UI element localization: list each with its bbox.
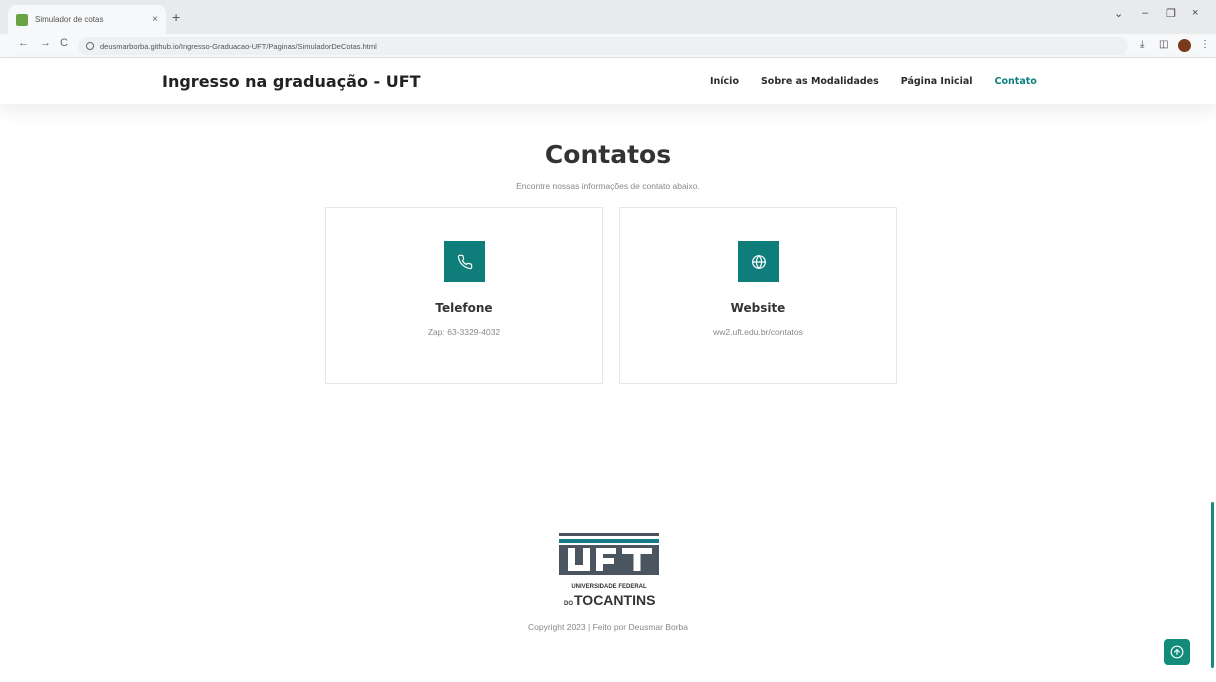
site-header: Ingresso na graduação - UFT Início Sobre… xyxy=(0,58,1216,104)
card-value[interactable]: ww2.uft.edu.br/contatos xyxy=(620,327,896,337)
contact-card-telefone: Telefone Zap: 63-3329-4032 xyxy=(325,207,603,384)
tab-search-icon[interactable]: ⌄ xyxy=(1114,7,1123,20)
tab-title: Simulador de cotas xyxy=(35,15,104,24)
side-panel-icon[interactable]: ◫ xyxy=(1159,39,1168,50)
maximize-icon[interactable]: ❐ xyxy=(1166,7,1176,20)
profile-avatar[interactable] xyxy=(1178,39,1191,52)
nav-contato[interactable]: Contato xyxy=(995,76,1037,87)
favicon-icon xyxy=(16,13,28,26)
site-info-icon[interactable] xyxy=(86,42,94,50)
nav-sobre-modalidades[interactable]: Sobre as Modalidades xyxy=(761,76,879,87)
browser-tab-bar: Simulador de cotas × + ⌄ – ❐ × xyxy=(0,0,1216,34)
brand-title[interactable]: Ingresso na graduação - UFT xyxy=(162,72,421,91)
reload-icon[interactable]: C xyxy=(60,37,68,49)
browser-menu-icon[interactable]: ⋮ xyxy=(1200,39,1210,50)
globe-icon xyxy=(738,241,779,282)
logo-line2-prefix: DO xyxy=(564,601,573,607)
uft-logo: UNIVERSIDADE FEDERAL DO TOCANTINS xyxy=(559,533,659,608)
tab-close-icon[interactable]: × xyxy=(152,14,158,25)
back-to-top-button[interactable] xyxy=(1164,639,1190,665)
page-title: Contatos xyxy=(544,140,672,169)
nav-inicio[interactable]: Início xyxy=(710,76,739,87)
browser-toolbar: ← → C deusmarborba.github.io/Ingresso-Gr… xyxy=(0,34,1216,58)
forward-icon[interactable]: → xyxy=(40,37,51,49)
main-nav: Início Sobre as Modalidades Página Inici… xyxy=(710,76,1037,87)
logo-line1: UNIVERSIDADE FEDERAL xyxy=(571,584,647,590)
minimize-icon[interactable]: – xyxy=(1142,7,1148,19)
new-tab-icon[interactable]: + xyxy=(172,9,180,25)
card-value: Zap: 63-3329-4032 xyxy=(427,327,501,337)
card-title: Website xyxy=(730,301,786,315)
contact-card-website: Website ww2.uft.edu.br/contatos xyxy=(619,207,897,384)
back-icon[interactable]: ← xyxy=(18,37,29,49)
logo-line2: TOCANTINS xyxy=(574,592,655,608)
close-window-icon[interactable]: × xyxy=(1192,7,1198,19)
download-icon[interactable]: ⤓ xyxy=(1140,39,1144,50)
arrow-up-circle-icon xyxy=(1170,645,1184,659)
browser-tab[interactable]: Simulador de cotas × xyxy=(8,5,166,34)
card-title: Telefone xyxy=(435,301,493,315)
phone-icon xyxy=(444,241,485,282)
copyright-text: Copyright 2023 | Feito por Deusmar Borba xyxy=(527,622,688,632)
nav-pagina-inicial[interactable]: Página Inicial xyxy=(901,76,973,87)
page-scrollbar[interactable] xyxy=(1211,502,1214,668)
url-text[interactable]: deusmarborba.github.io/Ingresso-Graduaca… xyxy=(100,42,377,51)
address-bar[interactable]: deusmarborba.github.io/Ingresso-Graduaca… xyxy=(78,37,1128,55)
page-subtitle: Encontre nossas informações de contato a… xyxy=(516,181,700,191)
